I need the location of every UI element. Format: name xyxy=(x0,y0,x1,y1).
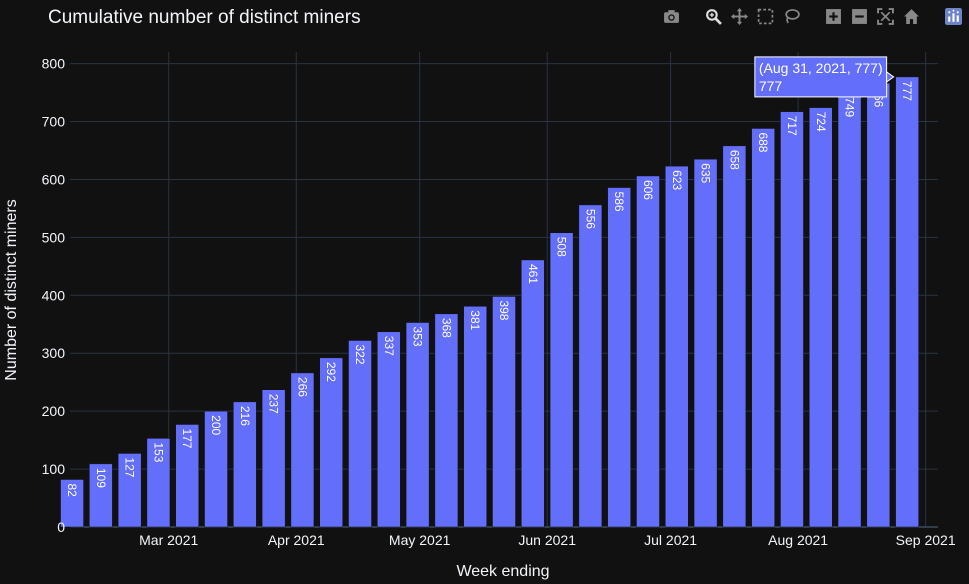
x-tick-label: Mar 2021 xyxy=(139,532,198,548)
bar xyxy=(636,175,660,528)
x-tick-label: May 2021 xyxy=(389,532,451,548)
bar xyxy=(549,232,574,528)
bar-data-label: 237 xyxy=(267,394,281,414)
bar-data-label: 508 xyxy=(555,237,569,257)
bar-data-label: 658 xyxy=(727,150,741,170)
x-axis-title: Week ending xyxy=(456,563,549,580)
bar-data-label: 266 xyxy=(295,377,309,397)
y-tick-label: 400 xyxy=(42,287,66,303)
bar-data-label: 153 xyxy=(151,442,165,462)
bar-data-label: 623 xyxy=(670,170,684,190)
bar xyxy=(866,83,891,528)
bar xyxy=(722,145,747,528)
bar-data-label: 109 xyxy=(94,468,108,488)
bar-data-label: 749 xyxy=(843,97,857,117)
bar xyxy=(348,340,372,528)
y-tick-label: 0 xyxy=(57,519,65,535)
bar xyxy=(463,306,487,528)
y-tick-label: 300 xyxy=(42,345,66,361)
bar-data-label: 368 xyxy=(439,318,453,338)
bar-data-label: 127 xyxy=(123,457,137,477)
y-tick-label: 700 xyxy=(42,114,66,130)
hover-tooltip: (Aug 31, 2021, 777) 777 xyxy=(754,56,895,98)
y-tick-label: 800 xyxy=(42,56,66,72)
bar xyxy=(434,313,459,528)
y-axis-ticks: 0 100 200 300 400 500 600 700 800 xyxy=(42,56,66,535)
bar-data-label: 292 xyxy=(324,362,338,382)
bar-data-label: 82 xyxy=(65,484,79,498)
x-tick-label: Aug 2021 xyxy=(768,532,828,548)
x-tick-label: Sep 2021 xyxy=(896,532,956,548)
bar-data-label: 635 xyxy=(699,163,713,183)
bar-data-label: 216 xyxy=(238,406,252,426)
bar xyxy=(780,111,804,528)
bar xyxy=(808,107,833,528)
bar xyxy=(377,331,401,528)
x-tick-label: Apr 2021 xyxy=(268,532,325,548)
bar xyxy=(405,322,430,528)
hover-line-1: (Aug 31, 2021, 777) xyxy=(759,60,883,76)
bar-data-label: 777 xyxy=(900,81,914,101)
bar xyxy=(492,296,516,528)
bar xyxy=(521,259,545,528)
y-tick-label: 500 xyxy=(42,229,66,245)
bar-data-label: 381 xyxy=(468,310,482,330)
bar xyxy=(665,165,689,528)
bar-data-label: 322 xyxy=(353,344,367,364)
hover-line-2: 777 xyxy=(759,78,783,94)
bar xyxy=(837,92,862,528)
x-tick-label: Jul 2021 xyxy=(644,532,697,548)
hover-box-pointer xyxy=(886,70,895,83)
bar-data-label: 398 xyxy=(497,300,511,320)
bar-data-label: 337 xyxy=(382,336,396,356)
x-axis-ticks: Mar 2021 Apr 2021 May 2021 Jun 2021 Jul 2021… xyxy=(139,532,956,548)
bar-data-label: 461 xyxy=(526,264,540,284)
bar xyxy=(895,76,919,528)
x-tick-label: Jun 2021 xyxy=(518,532,576,548)
bar-data-label: 177 xyxy=(180,428,194,448)
bar xyxy=(578,204,603,528)
bar-data-label: 586 xyxy=(612,192,626,212)
bar-data-label: 353 xyxy=(411,327,425,347)
bars xyxy=(60,76,919,528)
y-axis-title: Number of distinct miners xyxy=(3,199,20,380)
y-tick-label: 600 xyxy=(42,171,66,187)
y-tick-label: 200 xyxy=(42,403,66,419)
bar-data-label: 688 xyxy=(756,132,770,152)
y-tick-label: 100 xyxy=(42,461,66,477)
bar-data-label: 724 xyxy=(814,112,828,132)
bar xyxy=(607,187,631,528)
chart-canvas[interactable]: 82 109 127 153 177 200 216 237 266 292 322 337 353 36… xyxy=(0,0,969,584)
bar xyxy=(751,128,775,528)
bar xyxy=(693,158,718,528)
bar-data-label: 606 xyxy=(641,180,655,200)
bar-data-label: 200 xyxy=(209,415,223,435)
bar xyxy=(319,357,343,528)
hover-box: (Aug 31, 2021, 777) 777 xyxy=(754,56,895,98)
bar-data-label: 556 xyxy=(583,209,597,229)
bar-data-label: 717 xyxy=(785,116,799,136)
